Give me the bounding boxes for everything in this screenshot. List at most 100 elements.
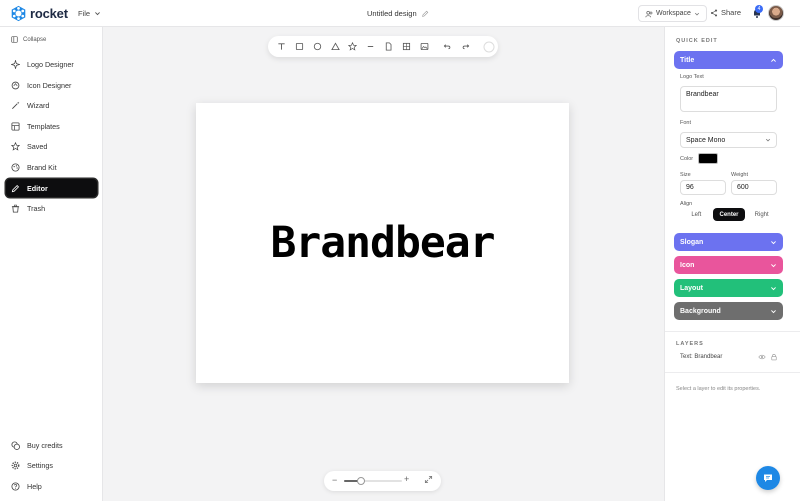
chevron-down-icon bbox=[95, 12, 101, 16]
layout-section-header[interactable]: Layout bbox=[674, 279, 783, 297]
zoom-slider-handle[interactable] bbox=[357, 477, 366, 485]
share-icon bbox=[710, 9, 718, 16]
sidebar-item-label: Templates bbox=[27, 121, 60, 131]
sidebar-item-wizard[interactable]: Wizard bbox=[6, 96, 97, 114]
eye-icon[interactable] bbox=[758, 353, 766, 361]
grid-tool-button[interactable] bbox=[397, 38, 415, 56]
zoom-slider[interactable] bbox=[344, 477, 402, 485]
background-section-header[interactable]: Background bbox=[674, 302, 783, 320]
collapse-button[interactable]: Collapse bbox=[11, 36, 46, 43]
icon-section-header[interactable]: Icon bbox=[674, 256, 783, 274]
zoom-in-button[interactable]: + bbox=[404, 474, 409, 484]
chevron-down-icon bbox=[765, 138, 771, 142]
chevron-down-icon bbox=[771, 286, 776, 290]
workspace-button[interactable]: Workspace bbox=[638, 5, 707, 22]
sidebar-item-label: Editor bbox=[27, 183, 48, 193]
layer-item-actions bbox=[758, 353, 778, 361]
text-tool-icon bbox=[278, 43, 286, 50]
quick-edit-heading: QUICK EDIT bbox=[676, 38, 718, 44]
align-left-button[interactable]: Left bbox=[680, 208, 713, 221]
sidebar-item-editor[interactable]: Editor bbox=[6, 179, 97, 197]
rectangle-tool-button[interactable] bbox=[291, 38, 309, 56]
app-logo[interactable]: rocket bbox=[10, 5, 68, 22]
templates-icon bbox=[11, 121, 20, 131]
document-title[interactable]: Untitled design bbox=[367, 9, 429, 18]
redo-icon bbox=[462, 44, 470, 50]
slogan-section-header[interactable]: Slogan bbox=[674, 233, 783, 251]
redo-button[interactable] bbox=[457, 38, 475, 56]
help-icon bbox=[11, 481, 20, 491]
page-tool-button[interactable] bbox=[380, 38, 398, 56]
title-section-label: Title bbox=[680, 56, 695, 64]
title-section-header[interactable]: Title bbox=[674, 51, 783, 69]
align-label: Align bbox=[680, 201, 693, 207]
sidebar-item-label: Brand Kit bbox=[27, 162, 57, 172]
sidebar-item-label: Settings bbox=[27, 460, 53, 470]
rocket-logo-icon bbox=[11, 5, 26, 22]
share-button[interactable]: Share bbox=[710, 8, 741, 17]
align-segmented-control: Left Center Right bbox=[680, 208, 778, 221]
pencil-icon[interactable] bbox=[421, 10, 429, 18]
workspace-label: Workspace bbox=[656, 10, 691, 17]
text-tool-button[interactable] bbox=[273, 38, 291, 56]
star-icon bbox=[348, 42, 358, 51]
sidebar-item-brand-kit[interactable]: Brand Kit bbox=[6, 158, 97, 176]
file-menu[interactable]: File bbox=[78, 9, 101, 18]
layer-item[interactable]: Text: Brandbear bbox=[680, 353, 778, 361]
sidebar-item-logo-designer[interactable]: Logo Designer bbox=[6, 55, 97, 73]
sidebar-item-icon-designer[interactable]: Icon Designer bbox=[6, 76, 97, 94]
design-canvas[interactable]: Brandbear bbox=[196, 103, 569, 383]
lock-icon[interactable] bbox=[770, 353, 778, 361]
triangle-icon bbox=[330, 42, 340, 51]
align-center-button[interactable]: Center bbox=[712, 208, 746, 221]
logo-title-text[interactable]: Brandbear bbox=[271, 218, 496, 268]
chevron-up-icon bbox=[771, 58, 776, 62]
panel-divider bbox=[665, 372, 800, 373]
collapse-label: Collapse bbox=[23, 36, 47, 43]
size-label: Size bbox=[680, 172, 691, 178]
icon-designer-icon bbox=[11, 81, 20, 89]
sidebar-item-label: Icon Designer bbox=[27, 80, 72, 90]
line-icon bbox=[368, 46, 374, 47]
gear-icon bbox=[11, 461, 20, 469]
undo-button[interactable] bbox=[439, 38, 457, 56]
panel-divider bbox=[665, 331, 800, 332]
sidebar-item-label: Trash bbox=[27, 203, 46, 213]
loading-button[interactable] bbox=[480, 38, 498, 56]
layers-hint: Select a layer to edit its properties. bbox=[676, 386, 761, 392]
avatar[interactable] bbox=[768, 5, 784, 21]
notification-badge: 4 bbox=[755, 5, 763, 13]
zoom-bar: − + bbox=[324, 471, 441, 491]
sparkle-icon bbox=[11, 59, 20, 69]
circle-tool-button[interactable] bbox=[309, 38, 327, 56]
document-icon bbox=[385, 42, 392, 51]
square-icon bbox=[296, 42, 304, 51]
align-right-button[interactable]: Right bbox=[745, 208, 778, 221]
weight-input[interactable]: 600 bbox=[731, 180, 777, 195]
edit-icon bbox=[11, 184, 20, 192]
expand-icon[interactable] bbox=[424, 475, 433, 484]
sidebar-item-templates[interactable]: Templates bbox=[6, 117, 97, 135]
sidebar-collapse-icon bbox=[11, 36, 18, 43]
chat-button[interactable] bbox=[756, 466, 780, 490]
logo-text-input[interactable]: Brandbear bbox=[680, 86, 777, 112]
sidebar-item-trash[interactable]: Trash bbox=[6, 199, 97, 217]
share-label: Share bbox=[721, 8, 742, 17]
line-tool-button[interactable] bbox=[362, 38, 380, 56]
app-name: rocket bbox=[30, 6, 68, 21]
sidebar-item-settings[interactable]: Settings bbox=[6, 456, 97, 474]
font-select[interactable]: Space Mono bbox=[680, 132, 777, 148]
size-input[interactable]: 96 bbox=[680, 180, 726, 195]
sidebar-item-saved[interactable]: Saved bbox=[6, 137, 97, 155]
sidebar-item-help[interactable]: Help bbox=[6, 477, 97, 495]
wand-icon bbox=[12, 101, 20, 109]
color-swatch[interactable] bbox=[698, 153, 718, 164]
zoom-out-button[interactable]: − bbox=[332, 475, 337, 485]
triangle-tool-button[interactable] bbox=[326, 38, 344, 56]
star-tool-button[interactable] bbox=[344, 38, 362, 56]
font-label: Font bbox=[680, 120, 692, 126]
sidebar-item-buy-credits[interactable]: Buy credits bbox=[6, 436, 97, 454]
layout-section-label: Layout bbox=[680, 284, 703, 292]
undo-icon bbox=[443, 44, 451, 50]
image-tool-button[interactable] bbox=[415, 38, 433, 56]
